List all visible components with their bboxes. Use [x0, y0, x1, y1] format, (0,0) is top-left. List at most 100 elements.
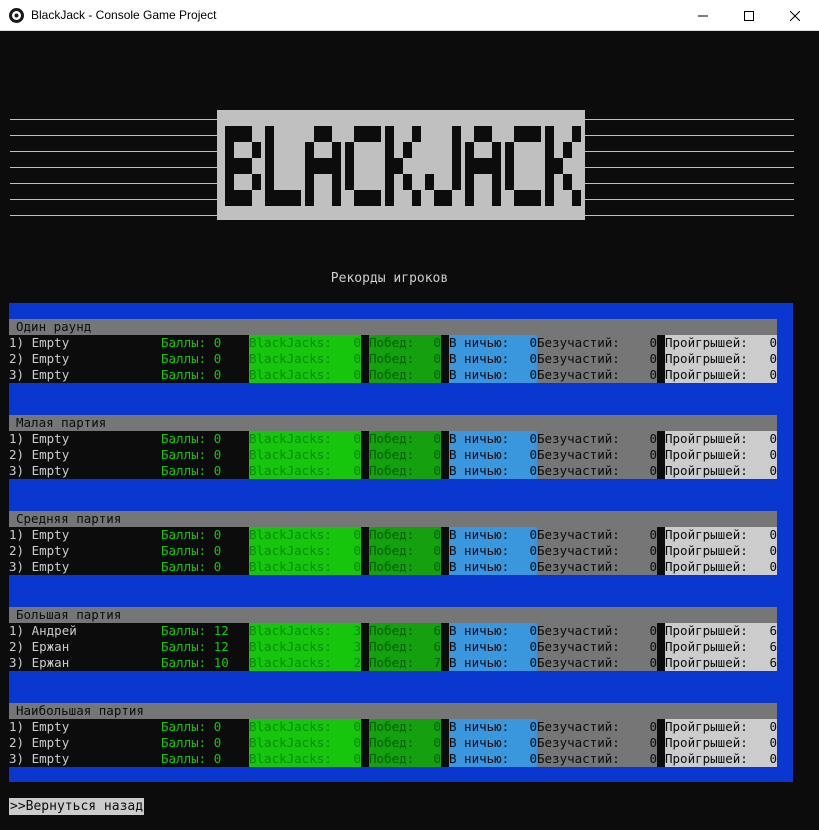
logo-pixel: [292, 190, 301, 206]
draws-cell: В ничью: 0: [449, 351, 537, 367]
blackjacks-value: 3: [353, 623, 361, 638]
blackjacks-cell: BlackJacks: 0: [249, 351, 361, 367]
player-cell: 1) Андрей: [9, 623, 161, 639]
minimize-button[interactable]: [680, 0, 726, 31]
draws-value: 0: [529, 655, 537, 670]
cell-divider: [361, 735, 369, 751]
draws-value: 0: [529, 639, 537, 654]
wins-label: Побед:: [369, 367, 415, 382]
score-value: 12: [213, 623, 229, 638]
blackjacks-value: 0: [353, 559, 361, 574]
blackjacks-value: 0: [353, 527, 361, 542]
logo-pixel: [523, 190, 532, 206]
wins-label: Побед:: [369, 639, 415, 654]
cell-divider: [361, 447, 369, 463]
player-cell: 2) Empty: [9, 351, 161, 367]
rank: 1): [9, 431, 25, 446]
score-label: Баллы:: [161, 623, 207, 638]
close-button[interactable]: [772, 0, 818, 31]
maximize-button[interactable]: [726, 0, 772, 31]
blackjacks-label: BlackJacks:: [249, 751, 332, 766]
apathy-label: Безучастий:: [537, 655, 620, 670]
logo-pixel: [265, 142, 274, 158]
cell-divider: [361, 719, 369, 735]
cell-divider: [657, 735, 665, 751]
record-row: 1) Empty Баллы: 0 BlackJacks: 0 Побед: 0 В нич…: [9, 719, 777, 735]
losses-label: Пройгрышей:: [665, 751, 748, 766]
cell-divider: [657, 351, 665, 367]
logo-pixel: [545, 190, 554, 206]
wins-cell: Побед: 6: [369, 623, 441, 639]
blackjacks-cell: BlackJacks: 0: [249, 367, 361, 383]
draws-cell: В ничью: 0: [449, 447, 537, 463]
record-row: 2) Empty Баллы: 0 BlackJacks: 0 Побед: 0 В нич…: [9, 351, 777, 367]
logo-pixel: [554, 158, 563, 174]
wins-label: Побед:: [369, 735, 415, 750]
logo-pixel: [465, 174, 474, 190]
losses-value: 0: [769, 447, 777, 462]
rank: 3): [9, 655, 25, 670]
blackjacks-value: 0: [353, 351, 361, 366]
apathy-label: Безучастий:: [537, 719, 620, 734]
draws-value: 0: [529, 735, 537, 750]
player-cell: 2) Empty: [9, 543, 161, 559]
draws-label: В ничью:: [449, 735, 510, 750]
player-name: Empty: [31, 719, 70, 734]
apathy-value: 0: [649, 543, 657, 558]
wins-label: Побед:: [369, 623, 415, 638]
score-value: 0: [213, 527, 222, 542]
rank: 3): [9, 559, 25, 574]
minimize-icon: [698, 15, 708, 16]
score-label: Баллы:: [161, 367, 207, 382]
losses-label: Пройгрышей:: [665, 655, 748, 670]
logo-pixel: [483, 126, 492, 142]
player-name: Empty: [31, 559, 70, 574]
score-cell: Баллы: 0: [161, 367, 249, 383]
score-cell: Баллы: 0: [161, 463, 249, 479]
player-cell: 1) Empty: [9, 719, 161, 735]
draws-value: 0: [529, 559, 537, 574]
blackjacks-value: 0: [353, 463, 361, 478]
logo-pixel: [505, 158, 514, 174]
player-cell: 1) Empty: [9, 527, 161, 543]
logo-pixel: [363, 190, 372, 206]
cell-divider: [657, 751, 665, 767]
logo-pixel: [323, 158, 332, 174]
back-button[interactable]: >>Вернуться назад: [9, 798, 145, 815]
logo-pixel: [492, 142, 501, 158]
losses-label: Пройгрышей:: [665, 543, 748, 558]
blackjacks-value: 0: [353, 367, 361, 382]
apathy-label: Безучастий:: [537, 527, 620, 542]
losses-label: Пройгрышей:: [665, 735, 748, 750]
blackjacks-cell: BlackJacks: 0: [249, 447, 361, 463]
score-label: Баллы:: [161, 431, 207, 446]
apathy-cell: Безучастий: 0: [537, 719, 657, 735]
logo-pixel: [225, 190, 234, 206]
logo-pixel: [394, 158, 403, 174]
cell-divider: [657, 543, 665, 559]
draws-cell: В ничью: 0: [449, 719, 537, 735]
losses-value: 0: [769, 367, 777, 382]
logo-pixel: [403, 174, 412, 190]
apathy-label: Безучастий:: [537, 367, 620, 382]
cell-divider: [657, 655, 665, 671]
blackjacks-cell: BlackJacks: 0: [249, 719, 361, 735]
record-row: 2) Empty Баллы: 0 BlackJacks: 0 Побед: 0 В нич…: [9, 543, 777, 559]
losses-value: 6: [769, 655, 777, 670]
draws-label: В ничью:: [449, 719, 510, 734]
player-name: Empty: [31, 367, 70, 382]
score-cell: Баллы: 0: [161, 559, 249, 575]
apathy-value: 0: [649, 367, 657, 382]
apathy-cell: Безучастий: 0: [537, 335, 657, 351]
title-bar[interactable]: BlackJack - Console Game Project: [0, 0, 819, 31]
draws-value: 0: [529, 367, 537, 382]
logo-pixel: [505, 142, 514, 158]
draws-cell: В ничью: 0: [449, 639, 537, 655]
wins-value: 0: [433, 543, 441, 558]
logo-pixel: [332, 142, 341, 158]
logo-pixel: [452, 126, 461, 142]
blackjacks-cell: BlackJacks: 3: [249, 639, 361, 655]
apathy-cell: Безучастий: 0: [537, 623, 657, 639]
losses-cell: Пройгрышей: 6: [665, 639, 777, 655]
wins-value: 0: [433, 559, 441, 574]
